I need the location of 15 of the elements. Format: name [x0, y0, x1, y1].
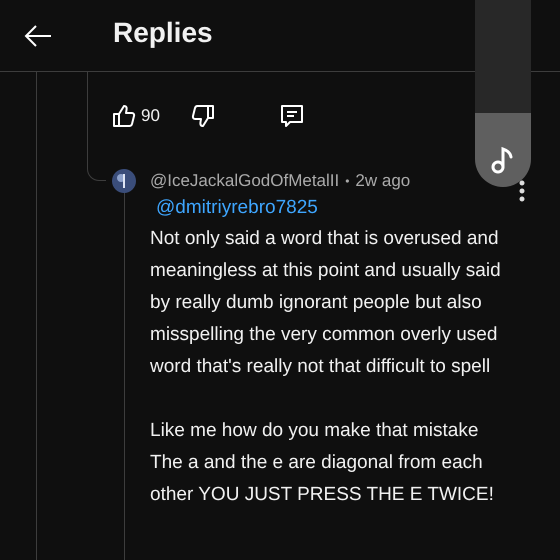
timestamp: 2w ago — [355, 171, 410, 191]
author-name[interactable]: @IceJackalGodOfMetalII — [150, 171, 340, 191]
thumbs-up-icon — [111, 103, 137, 129]
mention-link[interactable]: @dmitriyrebro7825 — [156, 197, 318, 219]
page-title: Replies — [113, 16, 213, 48]
thumbs-down-icon — [190, 103, 216, 129]
separator-dot: • — [345, 174, 350, 188]
back-arrow-icon[interactable] — [23, 24, 53, 48]
comment-text: Like me how do you make that mistake The a and the e are diagonal from each other YOU JUST PRESS THE E TWICE! — [150, 419, 495, 507]
like-button[interactable]: 90 — [111, 103, 160, 129]
floating-player[interactable] — [475, 0, 531, 187]
dislike-button[interactable] — [190, 103, 216, 129]
more-options-icon[interactable] — [519, 180, 525, 202]
avatar[interactable] — [112, 169, 136, 193]
comment-text: Not only said a word that is overused and meaningless at this point and usually said by really dumb ignorant people but also misspelling the very common overly used word that's really not that difficult to spell — [150, 227, 502, 379]
